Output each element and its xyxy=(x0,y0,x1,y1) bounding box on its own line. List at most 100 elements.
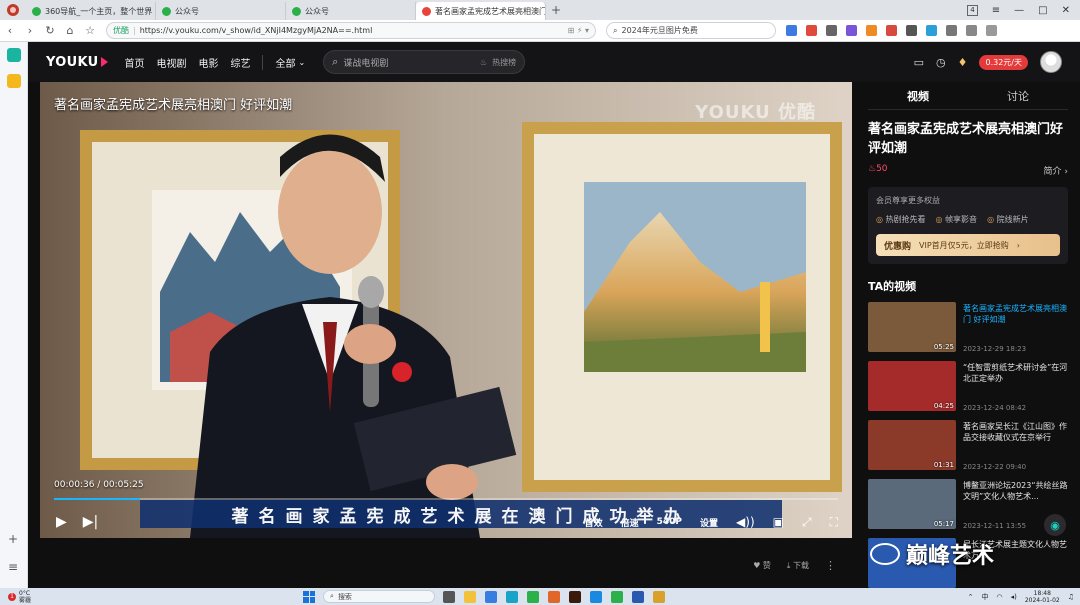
nav-item-all[interactable]: 全部 ⌄ xyxy=(262,54,305,70)
avatar[interactable] xyxy=(1040,51,1062,73)
new-tab-button[interactable]: + xyxy=(546,3,566,17)
next-episode-icon[interactable]: ▶| xyxy=(83,514,98,530)
list-item[interactable]: 05:17 博鳌亚洲论坛2023“共绘丝路文明”文化人物艺术... 2023-12-… xyxy=(868,479,1068,531)
picture-in-picture-icon[interactable]: ▣ xyxy=(773,515,784,529)
intro-link[interactable]: 简介 › xyxy=(1044,164,1068,177)
hot-search-link[interactable]: 热搜榜 xyxy=(492,57,516,68)
url-input[interactable]: 优酷 | https://v.youku.com/v_show/id_XNjI4… xyxy=(106,22,596,39)
video-player[interactable]: 著名画家孟宪成艺术展亮相澳门 好评如潮 YOUKU 优酷 00:00:36 / … xyxy=(40,82,852,538)
maximize-icon[interactable]: □ xyxy=(1038,5,1047,16)
download-button[interactable]: ⤓ 下载 xyxy=(787,560,809,571)
nav-item-variety[interactable]: 综艺 xyxy=(230,55,250,70)
taskbar-search-input[interactable]: ⌕ 搜索 xyxy=(323,590,436,603)
browser-search-input[interactable]: ⌕ 2024年元旦图片免费 xyxy=(606,22,776,39)
task-view-icon[interactable] xyxy=(443,590,456,603)
nav-item-home[interactable]: 首页 xyxy=(124,55,144,70)
system-clock[interactable]: 18:48 2024-01-02 xyxy=(1025,590,1060,604)
tab-count-badge[interactable]: 4 xyxy=(967,4,978,16)
minimize-icon[interactable]: — xyxy=(1014,5,1024,16)
list-item[interactable]: 04:25 “任智雷剪纸艺术研讨会”在河北正定举办 2023-12-24 08:42 xyxy=(868,361,1068,413)
play-icon[interactable]: ▶ xyxy=(56,514,67,530)
site-search-input[interactable]: ⌕ 谍战电视剧 ♨ 热搜榜 xyxy=(323,50,526,74)
shield-extension-icon[interactable] xyxy=(866,25,877,36)
translate-extension-icon[interactable] xyxy=(846,25,857,36)
game-extension-icon[interactable] xyxy=(886,25,897,36)
screen-icon[interactable]: ▭ xyxy=(914,56,924,69)
first-effect-button[interactable]: 首效 xyxy=(585,516,603,529)
eye-extension-icon[interactable] xyxy=(806,25,817,36)
vip-diamond-icon[interactable]: ♦ xyxy=(958,56,968,69)
forward-icon[interactable]: › xyxy=(20,24,40,37)
video-thumbnail[interactable]: 05:17 xyxy=(868,479,956,529)
wechat-app-icon[interactable] xyxy=(611,590,624,603)
cut-extension-icon[interactable] xyxy=(826,25,837,36)
history-clock-icon[interactable]: ◷ xyxy=(936,56,946,69)
sidebar-favorites-icon[interactable] xyxy=(7,74,21,88)
undo-icon[interactable] xyxy=(966,25,977,36)
browser-logo-icon[interactable] xyxy=(0,0,26,20)
nav-item-tv[interactable]: 电视剧 xyxy=(156,55,186,70)
video-title[interactable]: 著名画家孟宪成艺术展亮相澳门 好评如潮 xyxy=(963,303,1068,325)
weather-widget[interactable]: 1 0°C 雾霾 xyxy=(8,590,31,604)
vip-perks: 热剧抢先看 帧享影音 院线新片 xyxy=(876,214,1060,225)
web-fullscreen-icon[interactable]: ⤢ xyxy=(802,515,812,530)
store-icon[interactable] xyxy=(485,590,498,603)
assistant-float-icon[interactable]: ◉ xyxy=(1044,514,1066,536)
mail-extension-icon[interactable] xyxy=(786,25,797,36)
url-tools-icon[interactable]: ⊞ ⚡ ▾ xyxy=(568,26,589,35)
apps-extension-icon[interactable] xyxy=(906,25,917,36)
sidebar-menu-icon[interactable]: ≡ xyxy=(8,560,18,574)
volume-icon[interactable]: ◀)) xyxy=(736,515,755,529)
home-icon[interactable]: ⌂ xyxy=(60,24,80,37)
360-browser-icon[interactable] xyxy=(527,590,540,603)
notifications-bell-icon[interactable]: ♫ xyxy=(1068,593,1074,601)
list-item[interactable]: 01:31 著名画家吴长江《江山图》作品交接收藏仪式在京举行 2023-12-22 … xyxy=(868,420,1068,472)
youku-logo[interactable]: YOUKU xyxy=(46,55,109,70)
file-explorer-icon[interactable] xyxy=(464,590,477,603)
speaker-icon[interactable]: ◂) xyxy=(1011,593,1017,601)
app-icon-orange[interactable] xyxy=(548,590,561,603)
app-icon-dark[interactable] xyxy=(632,590,645,603)
chrome-icon[interactable] xyxy=(653,590,666,603)
video-thumbnail[interactable]: 01:31 xyxy=(868,420,956,470)
browser-tab[interactable]: 360导航_一个主页，整个世界 xyxy=(26,2,156,20)
browser-extension-icon[interactable] xyxy=(926,25,937,36)
more-icon[interactable] xyxy=(986,25,997,36)
speed-button[interactable]: 倍速 xyxy=(621,516,639,529)
list-item[interactable]: 05:25 著名画家孟宪成艺术展亮相澳门 好评如潮 2023-12-29 18:23 xyxy=(868,302,1068,354)
back-icon[interactable]: ‹ xyxy=(0,24,20,37)
video-thumbnail[interactable]: 05:25 xyxy=(868,302,956,352)
more-options-icon[interactable]: ⋮ xyxy=(825,559,836,572)
progress-bar[interactable] xyxy=(54,498,838,500)
tab-video[interactable]: 视频 xyxy=(868,88,968,104)
video-title[interactable]: 博鳌亚洲论坛2023“共绘丝路文明”文化人物艺术... xyxy=(963,480,1068,502)
windows-start-icon[interactable] xyxy=(303,590,316,603)
settings-button[interactable]: 设置 xyxy=(700,516,718,529)
bookmark-star-icon[interactable]: ☆ xyxy=(80,24,100,37)
resolution-button[interactable]: 540P xyxy=(657,517,682,527)
video-thumbnail[interactable]: 04:25 xyxy=(868,361,956,411)
like-button[interactable]: ♥ 赞 xyxy=(753,560,771,571)
browser-tab[interactable]: 公众号 xyxy=(286,2,416,20)
close-window-icon[interactable]: ✕ xyxy=(1062,5,1070,16)
input-method-icon[interactable]: 中 xyxy=(981,592,988,602)
vip-buy-button[interactable]: 优惠购 VIP首月仅5元，立即抢购 › xyxy=(876,234,1060,256)
app-icon-blue[interactable] xyxy=(590,590,603,603)
video-title[interactable]: “任智雷剪纸艺术研讨会”在河北正定举办 xyxy=(963,362,1068,384)
sidebar-ai-icon[interactable] xyxy=(7,48,21,62)
video-title[interactable]: 著名画家吴长江《江山图》作品交接收藏仪式在京举行 xyxy=(963,421,1068,443)
tab-discussion[interactable]: 讨论 xyxy=(968,88,1068,104)
browser-tab[interactable]: 公众号 xyxy=(156,2,286,20)
sidebar-add-icon[interactable]: + xyxy=(8,532,18,546)
illustrator-icon[interactable] xyxy=(569,590,582,603)
browser-tab-active[interactable]: 著名画家孟宪成艺术展亮相澳门 ✕ xyxy=(416,2,546,20)
menu-icon[interactable]: ≡ xyxy=(992,5,1000,16)
tray-chevron-icon[interactable]: ⌃ xyxy=(968,593,974,601)
fullscreen-icon[interactable]: ⛶ xyxy=(830,515,838,530)
reload-icon[interactable]: ↻ xyxy=(40,24,60,37)
settings-extension-icon[interactable] xyxy=(946,25,957,36)
network-icon[interactable]: ◠ xyxy=(996,593,1002,601)
vip-price-badge[interactable]: 0.32元/天 xyxy=(979,54,1028,70)
edge-icon[interactable] xyxy=(506,590,519,603)
nav-item-movie[interactable]: 电影 xyxy=(198,55,218,70)
